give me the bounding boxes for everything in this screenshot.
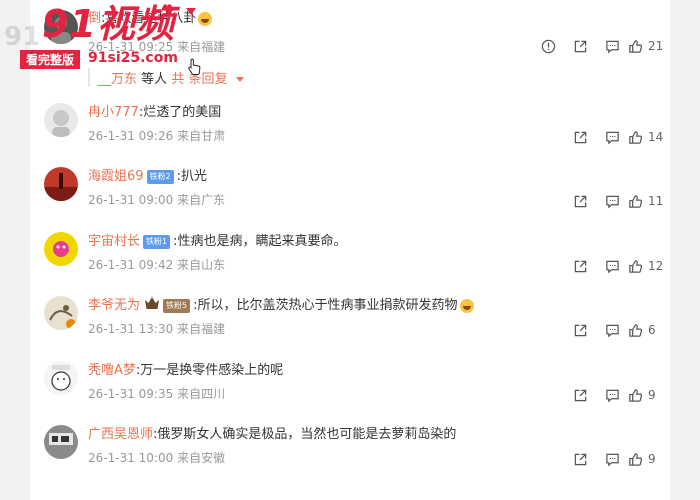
comment-icon[interactable] xyxy=(596,193,628,209)
comment-icon[interactable] xyxy=(596,451,628,467)
avatar[interactable] xyxy=(44,361,78,395)
like-button[interactable]: 14 xyxy=(628,130,670,145)
like-button[interactable]: 9 xyxy=(628,452,670,467)
fan-badge[interactable]: 铁粉2 xyxy=(146,170,174,184)
comment-username[interactable]: 广西吴恩师 xyxy=(88,425,153,445)
comment-username[interactable]: 秃噜A梦 xyxy=(88,361,136,381)
comment-icon[interactable] xyxy=(596,387,628,403)
arrow-down-icon xyxy=(186,8,196,15)
comment-item: 秃噜A梦 : 万一是换零件感染上的呢 26-1-31 09:35 来自四川 9 xyxy=(30,361,670,421)
share-icon[interactable] xyxy=(564,258,596,274)
thumbs-up-icon xyxy=(629,130,643,144)
comment-item: 海霞姐69 铁粉2 : 扒光 26-1-31 09:00 来自广东 11 xyxy=(30,167,670,227)
comment-item: 李爷无为 铁粉5 : 所以，比尔盖茨热心于性病事业捐款研发药物 26-1-31 … xyxy=(30,296,670,356)
comment-icon[interactable] xyxy=(596,129,628,145)
comment-item: 冉小777 : 烂透了的美国 26-1-31 09:26 来自甘肃 14 xyxy=(30,103,670,163)
heart-icon: ♥ xyxy=(162,2,173,16)
thumbs-up-icon xyxy=(629,323,643,337)
like-count: 14 xyxy=(648,130,664,144)
share-icon[interactable] xyxy=(564,322,596,338)
thumbs-up-icon xyxy=(629,39,643,53)
watermark-url: 91si25.com xyxy=(88,50,178,66)
thumbs-up-icon xyxy=(629,194,643,208)
like-button[interactable]: 6 xyxy=(628,323,670,338)
share-icon[interactable] xyxy=(564,129,596,145)
like-button[interactable]: 9 xyxy=(628,388,670,403)
watermark: 91 91视频 ♥ 看完整版 91si25.com xyxy=(0,0,230,80)
comment-location: 来自福建 xyxy=(177,322,226,336)
comment-location: 来自四川 xyxy=(177,387,226,401)
hand-cursor-icon xyxy=(186,58,202,80)
like-count: 21 xyxy=(648,39,664,53)
comment-icon[interactable] xyxy=(596,322,628,338)
comment-location: 来自甘肃 xyxy=(177,129,226,143)
like-button[interactable]: 21 xyxy=(628,39,670,54)
thumbs-up-icon xyxy=(629,452,643,466)
comment-time: 26-1-31 09:00 xyxy=(88,193,174,207)
like-button[interactable]: 11 xyxy=(628,194,670,209)
comment-icon[interactable] xyxy=(596,38,628,54)
like-count: 9 xyxy=(648,388,656,402)
thumbs-up-icon xyxy=(629,388,643,402)
fan-badge[interactable]: 铁粉5 xyxy=(163,299,191,313)
comment-username[interactable]: 宇宙村长 xyxy=(88,232,140,252)
comment-username[interactable]: 冉小777 xyxy=(88,103,139,123)
report-icon[interactable] xyxy=(532,38,564,54)
watermark-tag: 看完整版 xyxy=(20,50,81,69)
comment-text: 所以，比尔盖茨热心于性病事业捐款研发药物 xyxy=(197,298,458,313)
comment-location: 来自山东 xyxy=(177,258,226,272)
thumbs-up-icon xyxy=(629,259,643,273)
comment-location: 来自安徽 xyxy=(177,451,226,465)
comment-time: 26-1-31 13:30 xyxy=(88,322,174,336)
like-count: 6 xyxy=(648,323,656,337)
avatar[interactable] xyxy=(44,167,78,201)
share-icon[interactable] xyxy=(564,38,596,54)
like-count: 9 xyxy=(648,452,656,466)
comment-text: 烂透了的美国 xyxy=(143,105,222,120)
share-icon[interactable] xyxy=(564,387,596,403)
comment-username[interactable]: 海霞姐69 xyxy=(88,167,144,187)
comment-time: 26-1-31 10:00 xyxy=(88,451,174,465)
fan-badge[interactable]: 铁粉1 xyxy=(143,235,171,249)
comment-username[interactable]: 李爷无为 xyxy=(88,296,140,316)
watermark-ghost: 91 xyxy=(4,22,41,52)
like-count: 11 xyxy=(648,194,664,208)
avatar[interactable] xyxy=(44,296,78,330)
share-icon[interactable] xyxy=(564,193,596,209)
crown-icon xyxy=(144,296,160,317)
comment-item: 广西吴恩师 : 俄罗斯女人确实是极品，当然也可能是去萝莉岛染的 26-1-31 … xyxy=(30,425,670,485)
comment-text: 扒光 xyxy=(181,169,208,184)
comment-icon[interactable] xyxy=(596,258,628,274)
comment-text: 万一是换零件感染上的呢 xyxy=(140,363,284,378)
chevron-down-icon[interactable] xyxy=(235,77,244,82)
avatar[interactable] xyxy=(44,425,78,459)
comment-time: 26-1-31 09:42 xyxy=(88,258,174,272)
comment-text: 俄罗斯女人确实是极品，当然也可能是去萝莉岛染的 xyxy=(157,427,457,442)
like-count: 12 xyxy=(648,259,664,273)
share-icon[interactable] xyxy=(564,451,596,467)
watermark-brand: 91视频 xyxy=(42,2,175,46)
like-button[interactable]: 12 xyxy=(628,259,670,274)
comment-time: 26-1-31 09:26 xyxy=(88,129,174,143)
comment-time: 26-1-31 09:35 xyxy=(88,387,174,401)
comment-location: 来自广东 xyxy=(177,193,226,207)
avatar[interactable] xyxy=(44,103,78,137)
grin-emoji-icon xyxy=(459,299,474,313)
comment-text: 性病也是病，瞒起来真要命。 xyxy=(177,234,347,249)
comment-item: 宇宙村长 铁粉1 : 性病也是病，瞒起来真要命。 26-1-31 09:42 来… xyxy=(30,232,670,292)
avatar[interactable] xyxy=(44,232,78,266)
